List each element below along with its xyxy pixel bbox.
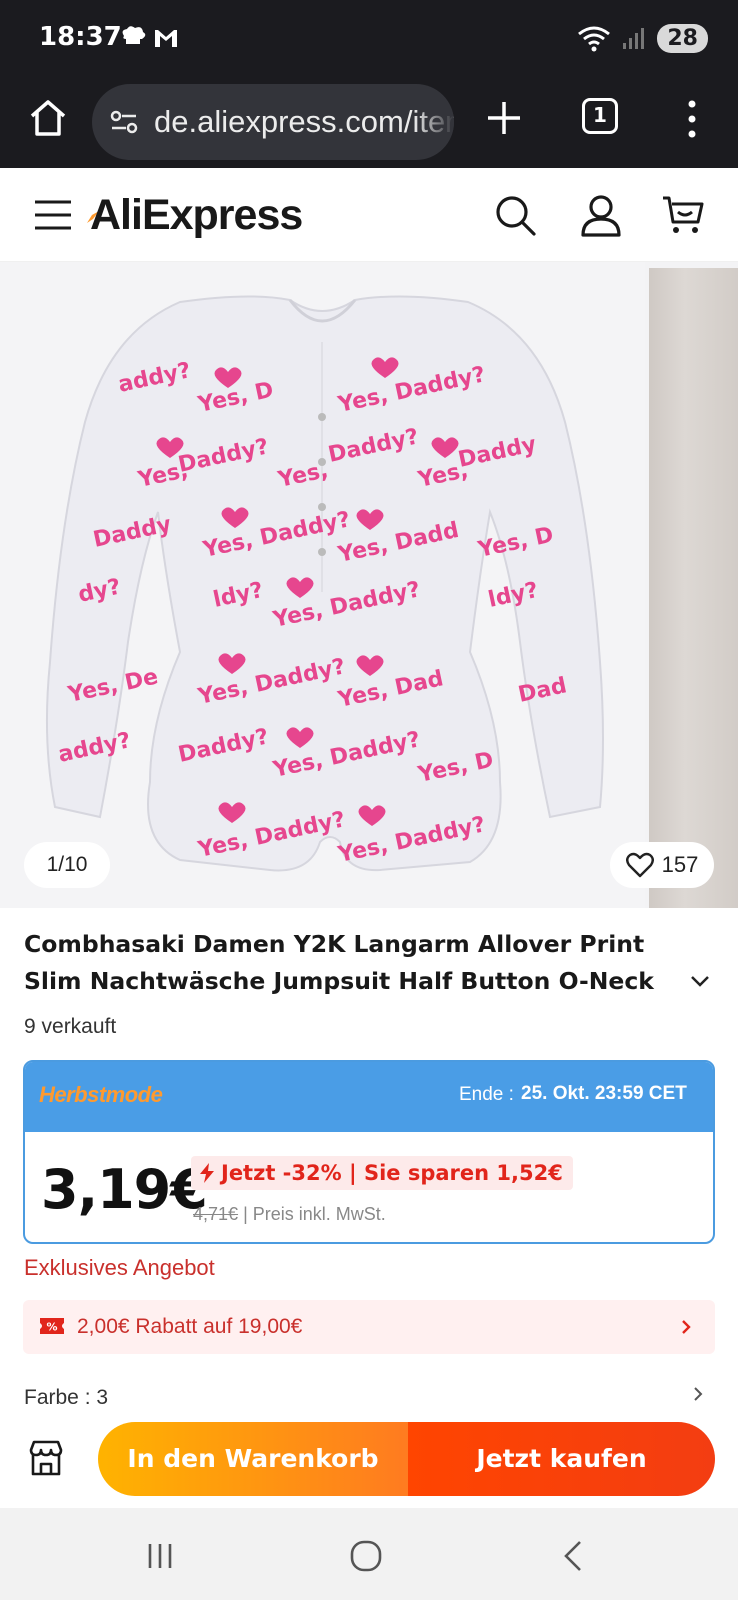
exclusive-offer-label: Exklusives Angebot (24, 1255, 215, 1280)
wishlist-count: 157 (661, 852, 699, 877)
address-bar[interactable]: de.aliexpress.com/item (92, 84, 454, 160)
heart-icon (625, 852, 654, 878)
original-price: 4,71€ (193, 1204, 239, 1224)
battery-indicator: 28 (657, 23, 708, 53)
sold-count: 9 verkauft (24, 1015, 117, 1038)
home-nav-icon[interactable] (348, 1538, 384, 1574)
search-icon[interactable] (492, 192, 538, 238)
menu-icon[interactable] (33, 198, 73, 232)
gmail-icon (155, 30, 177, 47)
tax-note: | Preis inkl. MwSt. (243, 1204, 386, 1224)
status-bar: 18:37 28 (0, 0, 738, 74)
buy-now-button[interactable]: Jetzt kaufen (408, 1422, 715, 1496)
promo-banner: Herbstmode Ende : 25. Okt. 23:59 CET (25, 1062, 713, 1132)
discount-badge: Jetzt -32% | Sie sparen 1,52€ (191, 1156, 573, 1190)
discount-text: Jetzt -32% | Sie sparen 1,52€ (221, 1161, 563, 1185)
chevron-right-icon (682, 1320, 691, 1334)
logo-text: AliExpress (90, 190, 303, 239)
original-price-line: 4,71€ | Preis inkl. MwSt. (193, 1204, 386, 1225)
url-text: de.aliexpress.com/item (154, 104, 454, 139)
back-icon[interactable] (556, 1538, 592, 1574)
coupon-icon: % (40, 1318, 64, 1334)
add-to-cart-button[interactable]: In den Warenkorb (98, 1422, 408, 1496)
product-gallery[interactable]: Yes, D addy? Yes, Daddy? Yes, Daddy? Yes… (0, 262, 738, 908)
new-tab-icon[interactable] (484, 98, 524, 138)
home-icon[interactable] (26, 96, 70, 140)
system-navigation-bar (0, 1508, 738, 1600)
site-header: AliExpress (0, 168, 738, 262)
user-icon[interactable] (578, 192, 624, 238)
coupon-text: 2,00€ Rabatt auf 19,00€ (77, 1315, 303, 1338)
site-settings-icon[interactable] (108, 108, 140, 136)
product-title: Combhasaki Damen Y2K Langarm Allover Pri… (24, 930, 654, 995)
promo-end-value: 25. Okt. 23:59 CET (521, 1083, 687, 1104)
aliexpress-logo[interactable]: AliExpress (86, 190, 303, 240)
chef-hat-icon (122, 26, 146, 44)
cart-icon[interactable] (660, 192, 706, 238)
status-time: 18:37 (39, 22, 122, 52)
color-variant-label[interactable]: Farbe : 3 (24, 1386, 108, 1410)
product-photo-romper: Yes, D addy? Yes, Daddy? Yes, Daddy? Yes… (45, 295, 604, 872)
image-counter: 1/10 (24, 842, 110, 888)
browser-toolbar: de.aliexpress.com/item 1 (0, 74, 738, 168)
tab-switcher-button[interactable]: 1 (582, 98, 618, 134)
chevron-down-icon[interactable] (689, 974, 711, 988)
wishlist-button[interactable]: 157 (610, 842, 714, 888)
current-price: 3,19€ (41, 1158, 208, 1221)
promo-end-label: Ende : (459, 1084, 514, 1105)
lightning-icon (200, 1163, 214, 1183)
purchase-action-bar: In den Warenkorb Jetzt kaufen (0, 1412, 738, 1508)
chevron-right-icon[interactable] (693, 1386, 703, 1402)
url-fade (414, 84, 454, 160)
recent-apps-icon[interactable] (142, 1538, 178, 1574)
svg-text:%: % (46, 1321, 57, 1334)
signal-icon (623, 28, 645, 49)
store-icon[interactable] (26, 1438, 66, 1478)
wifi-icon (578, 26, 611, 52)
promo-label: Herbstmode (39, 1082, 163, 1107)
promo-price-box: Herbstmode Ende : 25. Okt. 23:59 CET 3,1… (23, 1060, 715, 1244)
coupon-row[interactable]: % 2,00€ Rabatt auf 19,00€ (23, 1300, 715, 1354)
more-menu-icon[interactable] (682, 98, 702, 140)
product-image[interactable]: Yes, D addy? Yes, Daddy? Yes, Daddy? Yes… (0, 262, 645, 908)
next-product-image[interactable] (649, 268, 738, 908)
